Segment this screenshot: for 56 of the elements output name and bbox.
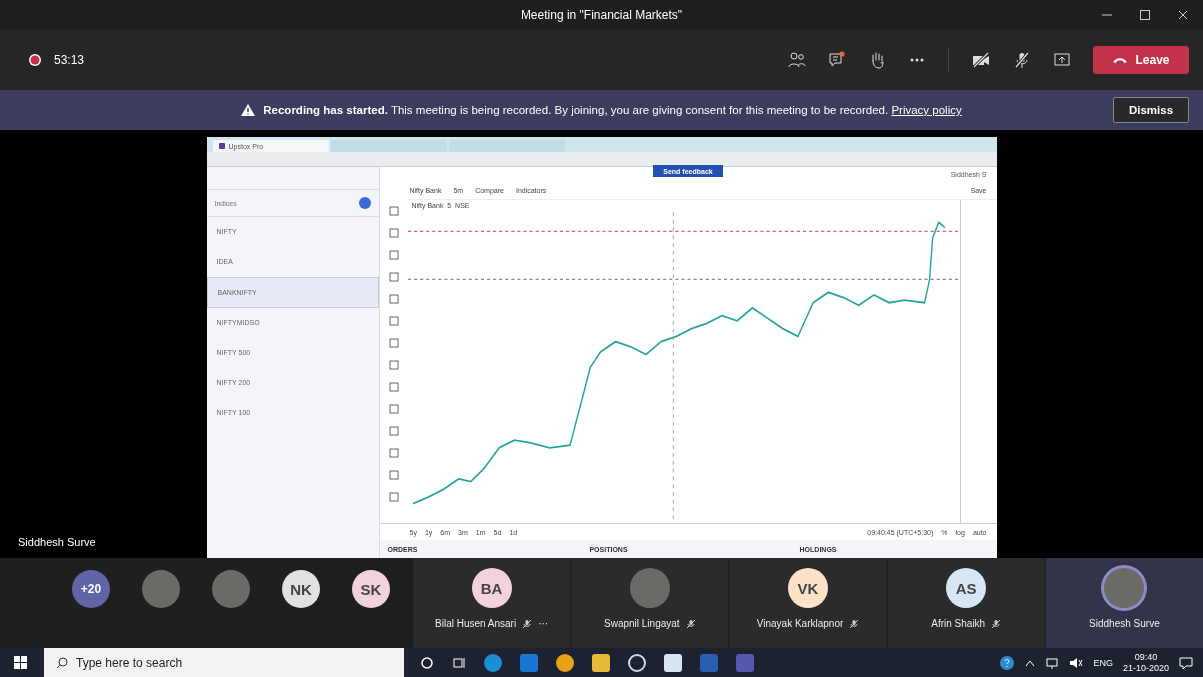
taskbar-search-field[interactable]: Type here to search [44, 648, 404, 677]
participant-avatar: AS [946, 568, 987, 608]
participant-name: Swapnil Lingayat [604, 618, 680, 629]
search-icon [56, 657, 68, 669]
presenter-name: Siddhesh Surve [18, 536, 96, 548]
notifications-icon[interactable] [1179, 655, 1193, 670]
more-options[interactable]: ··· [538, 618, 549, 629]
taskbar-app-icon[interactable] [664, 653, 682, 672]
participant-tile[interactable]: AS Afrin Shaikh [886, 558, 1045, 648]
chevron-up-icon[interactable] [1025, 658, 1036, 667]
help-icon[interactable] [999, 654, 1016, 671]
network-icon[interactable] [1045, 656, 1060, 669]
recording-notice: Recording has started. This meeting is being recorded. By joining, you are giving consent for this meeting to be recorded. Privacy policy [263, 104, 962, 116]
app-logo-icon [218, 143, 225, 149]
participant-photo-placeholder[interactable] [142, 570, 180, 608]
taskbar-app-icon[interactable] [556, 653, 574, 672]
participant-tile[interactable]: Swapnil Lingayat [570, 558, 729, 648]
participant-photo-placeholder [629, 568, 670, 608]
participant-avatar[interactable]: SK [352, 570, 390, 608]
microphone-icon[interactable] [1013, 51, 1031, 69]
meeting-timer: 53:13 [54, 53, 85, 67]
participant-tile[interactable]: VK Vinayak Karklapnor [728, 558, 887, 648]
dismiss-button[interactable]: Dismiss [1113, 97, 1189, 123]
participant-name: Vinayak Karklapnor [756, 618, 844, 629]
cortana-icon[interactable] [420, 655, 434, 670]
taskbar-app-icon[interactable] [592, 653, 610, 672]
participant-tile[interactable]: BA Bilal Husen Ansari ··· [412, 558, 571, 648]
participant-avatar: VK [788, 568, 828, 608]
participant-tile[interactable]: Siddhesh Surve [1044, 558, 1203, 648]
participant-photo-placeholder[interactable] [212, 570, 250, 608]
participant-avatar[interactable]: +20 [72, 570, 110, 608]
taskbar-app-icon[interactable] [628, 653, 646, 672]
warning-icon [241, 104, 256, 116]
windows-start-icon[interactable] [14, 655, 28, 670]
close-icon[interactable] [1177, 9, 1189, 21]
task-view-icon[interactable] [452, 655, 466, 670]
language-indicator[interactable]: ENG [1093, 657, 1113, 668]
camera-icon[interactable] [971, 51, 991, 69]
taskbar-time[interactable]: 09:40 [1134, 651, 1158, 663]
participant-photo-placeholder [1104, 568, 1145, 608]
volume-icon[interactable] [1069, 656, 1084, 669]
window-title: Meeting in "Financial Markets" [520, 8, 683, 22]
share-screen-icon[interactable] [1053, 51, 1071, 69]
participant-name: Bilal Husen Ansari [435, 618, 517, 629]
participant-name: Siddhesh Surve [1089, 618, 1160, 629]
participant-name: Afrin Shaikh [931, 618, 986, 629]
phone-icon [1112, 56, 1129, 64]
participant-avatar[interactable]: NK [282, 570, 320, 608]
maximize-icon[interactable] [1139, 9, 1151, 21]
add-icon[interactable] [358, 197, 371, 209]
participants-icon[interactable] [788, 51, 806, 69]
taskbar-date[interactable]: 21-10-2020 [1122, 662, 1169, 674]
privacy-policy-link[interactable]: Privacy policy [891, 104, 962, 116]
leave-button[interactable]: Leave [1093, 46, 1189, 74]
participant-avatar: BA [471, 568, 512, 608]
chat-icon[interactable] [828, 51, 846, 69]
